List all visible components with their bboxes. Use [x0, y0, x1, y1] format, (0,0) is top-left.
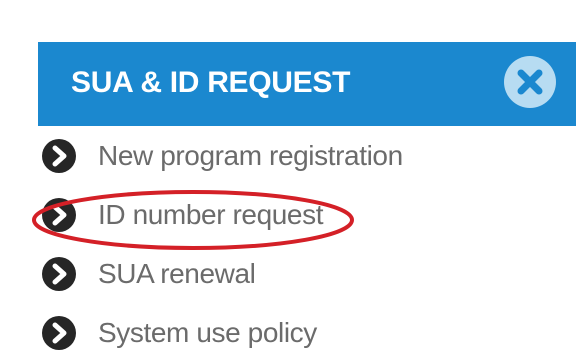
menu-item-label: SUA renewal — [98, 257, 256, 289]
menu-item-label: System use policy — [98, 316, 317, 348]
menu-list: New program registration ID number reque… — [42, 126, 462, 360]
panel-title: SUA & ID REQUEST — [71, 66, 351, 99]
menu-item-system-use-policy[interactable]: System use policy — [42, 303, 462, 360]
panel-header: SUA & ID REQUEST — [38, 42, 576, 126]
chevron-right-icon — [42, 138, 76, 173]
menu-item-new-program-registration[interactable]: New program registration — [42, 126, 462, 185]
close-button[interactable] — [504, 56, 556, 108]
close-icon — [517, 69, 543, 95]
menu-item-label: ID number request — [98, 198, 324, 230]
page: SUA & ID REQUEST New program registratio… — [0, 0, 576, 360]
chevron-right-icon — [42, 315, 76, 350]
menu-item-sua-renewal[interactable]: SUA renewal — [42, 244, 462, 303]
chevron-right-icon — [42, 256, 76, 291]
chevron-right-icon — [42, 197, 76, 232]
menu-item-label: New program registration — [98, 139, 403, 171]
menu-item-id-number-request[interactable]: ID number request — [42, 185, 462, 244]
